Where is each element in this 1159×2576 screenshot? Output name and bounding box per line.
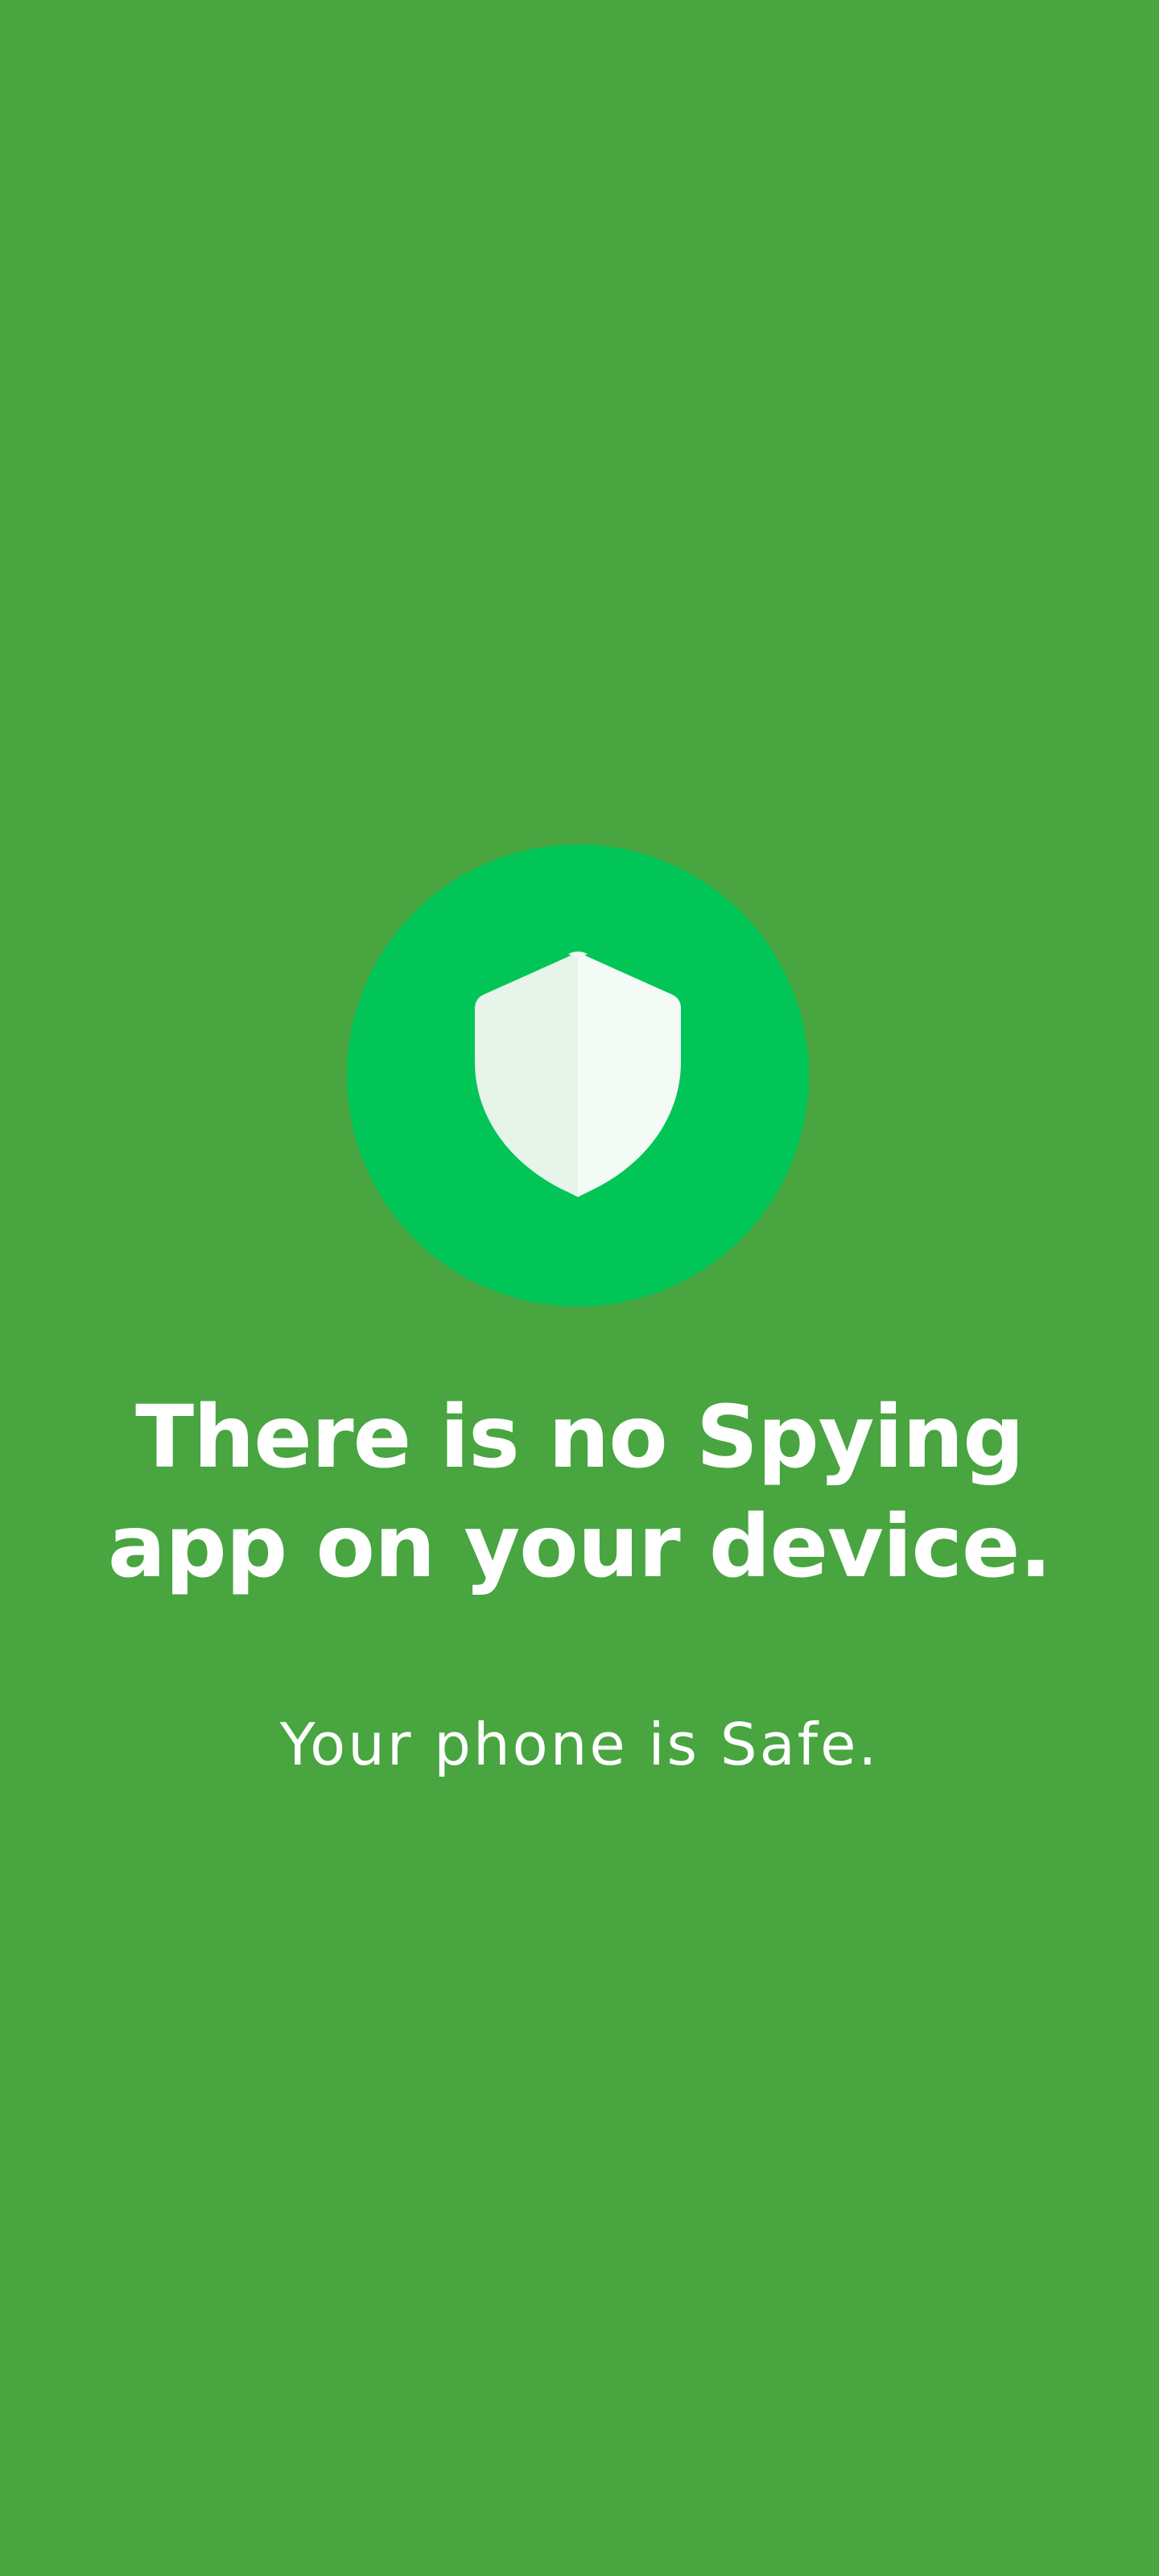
result-headline: There is no Spying app on your device. xyxy=(107,1388,1052,1597)
scan-result-screen: There is no Spying app on your device. Y… xyxy=(0,0,1159,2576)
shield-badge xyxy=(347,844,809,1307)
result-subtext: Your phone is Safe. xyxy=(279,1711,880,1778)
shield-icon xyxy=(475,952,681,1197)
